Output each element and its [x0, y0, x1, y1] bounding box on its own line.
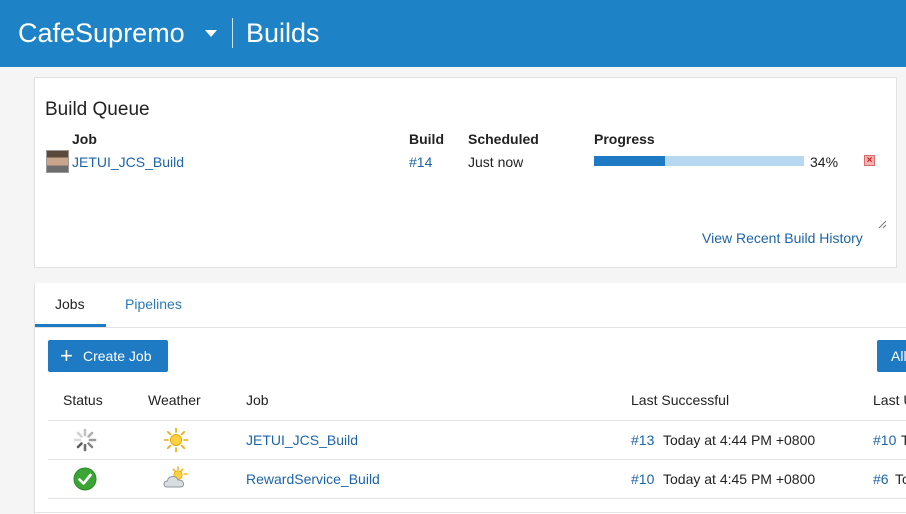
last-unsuccessful-time: To [895, 471, 906, 487]
org-name[interactable]: CafeSupremo [18, 16, 185, 50]
queue-header-job: Job [72, 131, 97, 147]
spinner-icon [73, 428, 97, 452]
build-progress-bar [594, 156, 804, 166]
tab-pipelines[interactable]: Pipelines [125, 296, 182, 312]
cloud-sun-icon [163, 466, 188, 488]
jobs-panel: Jobs Pipelines + Create Job All Status W… [34, 283, 906, 514]
table-row-divider [48, 459, 906, 460]
queue-header-progress: Progress [594, 131, 655, 147]
column-header-weather[interactable]: Weather [148, 392, 201, 408]
queue-build-link[interactable]: #14 [409, 154, 432, 170]
queue-job-link[interactable]: JETUI_JCS_Build [72, 154, 184, 170]
build-progress-fill [594, 156, 666, 166]
chevron-down-icon[interactable] [205, 30, 217, 37]
header-divider [232, 18, 233, 48]
build-queue-panel: Build Queue Job Build Scheduled Progress… [34, 77, 897, 268]
create-job-label: Create Job [83, 348, 152, 364]
all-button-label: All [891, 348, 906, 364]
build-progress-percent: 34% [810, 154, 839, 170]
column-header-last-unsuccessful[interactable]: Last U [873, 392, 906, 408]
close-icon[interactable]: × [864, 155, 875, 166]
sun-icon [163, 427, 189, 453]
plus-icon: + [60, 343, 73, 368]
job-link[interactable]: JETUI_JCS_Build [246, 432, 358, 448]
column-header-job[interactable]: Job [246, 392, 269, 408]
all-button[interactable]: All [877, 340, 906, 372]
last-successful-time: Today at 4:44 PM +0800 [663, 432, 816, 448]
column-header-last-successful[interactable]: Last Successful [631, 392, 729, 408]
queue-header-scheduled: Scheduled [468, 131, 539, 147]
panel-bottom-border [35, 512, 906, 513]
view-build-history-link[interactable]: View Recent Build History [702, 230, 863, 246]
job-link[interactable]: RewardService_Build [246, 471, 380, 487]
column-header-status[interactable]: Status [63, 392, 103, 408]
table-row-divider [48, 498, 906, 499]
last-unsuccessful-build-link[interactable]: #6 [873, 471, 889, 487]
create-job-button[interactable]: + Create Job [48, 340, 168, 372]
check-circle-icon [73, 467, 97, 491]
avatar [46, 150, 69, 173]
last-unsuccessful-build-link[interactable]: #10 [873, 432, 896, 448]
app-header: CafeSupremo Builds [0, 0, 906, 67]
queue-scheduled: Just now [468, 154, 524, 170]
last-successful-build-link[interactable]: #13 [631, 432, 654, 448]
resize-handle-icon[interactable] [877, 219, 887, 229]
last-unsuccessful-time: T [901, 432, 906, 448]
tab-jobs[interactable]: Jobs [55, 296, 85, 312]
last-successful-build-link[interactable]: #10 [631, 471, 654, 487]
last-successful-time: Today at 4:45 PM +0800 [663, 471, 816, 487]
table-row-divider [48, 420, 906, 421]
tabs-divider [35, 327, 906, 328]
page-title: Builds [246, 18, 320, 48]
build-queue-title: Build Queue [45, 99, 150, 120]
queue-header-build: Build [409, 131, 444, 147]
